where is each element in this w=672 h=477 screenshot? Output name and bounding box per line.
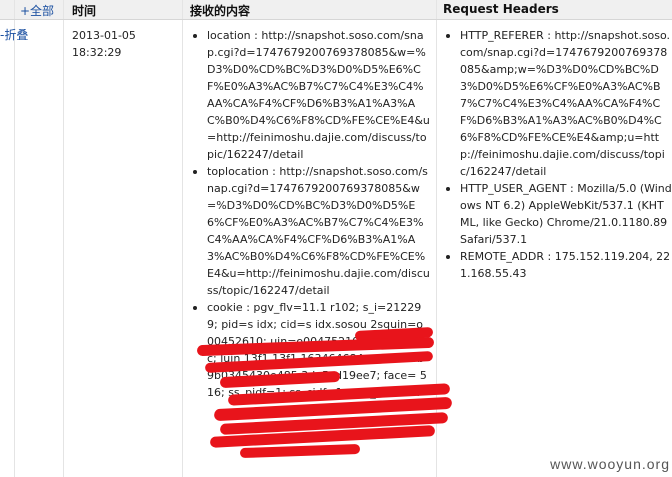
column-header-request-headers: Request Headers [443,2,559,16]
column-divider [14,0,15,477]
header-item-referer: HTTP_REFERER : http://snapshot.soso.com/… [443,27,672,180]
timestamp-date: 2013-01-05 [72,29,136,42]
table-header: +全部 时间 接收的内容 Request Headers [0,0,672,20]
column-header-time: 时间 [72,4,97,18]
expand-all-link[interactable]: +全部 [20,2,54,19]
header-item-user-agent: HTTP_USER_AGENT : Mozilla/5.0 (Windows N… [443,180,672,248]
header-divider [0,19,672,20]
column-header-content: 接收的内容 [190,4,251,18]
column-divider [182,0,183,477]
watermark: www.wooyun.org [550,456,670,472]
redaction-mark [239,443,361,459]
request-headers-list: HTTP_REFERER : http://snapshot.soso.com/… [443,27,672,282]
header-item-remote-addr: REMOTE_ADDR : 175.152.119.204, 221.168.5… [443,248,672,282]
collapse-link[interactable]: -折叠 [0,26,28,43]
column-divider [63,0,64,477]
content-item-toplocation: toplocation : http://snapshot.soso.com/s… [190,163,430,299]
content-item-location: location : http://snapshot.soso.com/snap… [190,27,430,163]
timestamp: 2013-01-05 18:32:29 [72,27,182,61]
timestamp-time: 18:32:29 [72,46,122,59]
